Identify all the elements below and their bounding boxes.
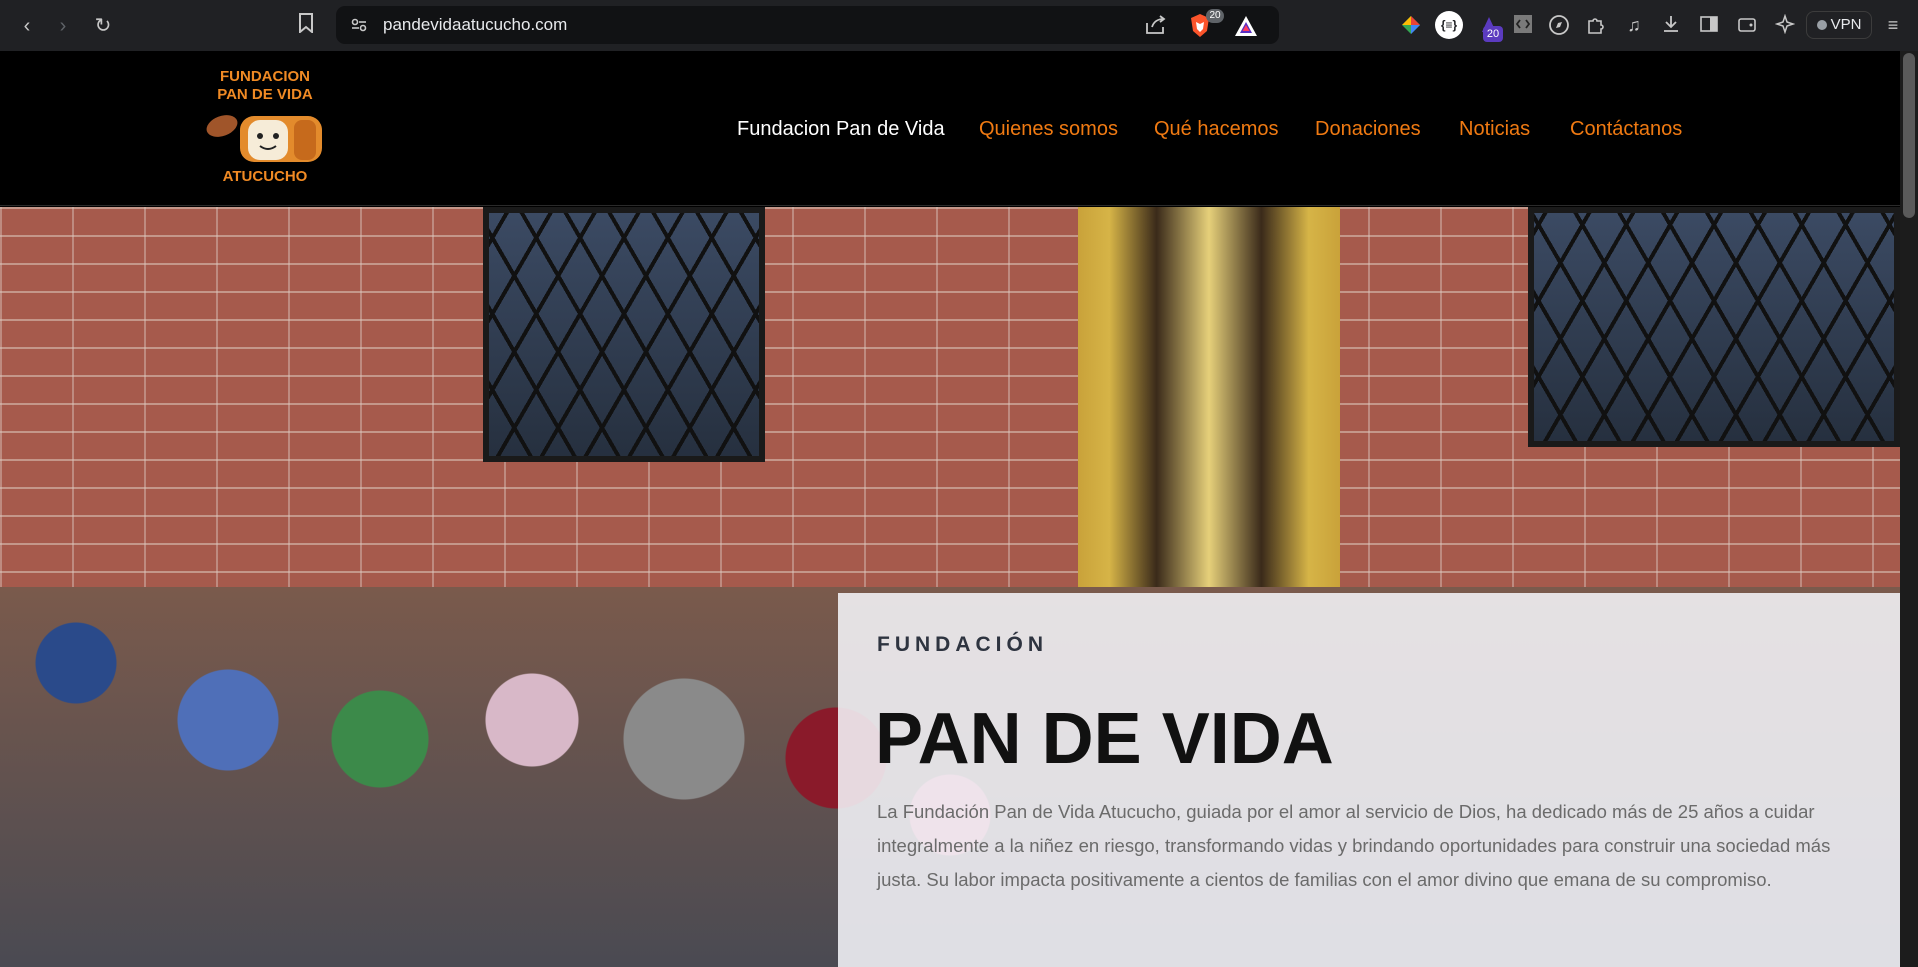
download-icon[interactable] <box>1660 14 1682 36</box>
color-picker-extension-icon[interactable] <box>1400 14 1422 36</box>
reload-icon[interactable]: ↻ <box>90 13 116 39</box>
wallet-icon[interactable] <box>1736 14 1758 36</box>
doorway <box>1078 207 1340 607</box>
hero-section: FUNDACIÓN PAN DE VIDA La Fundación Pan d… <box>0 207 1900 967</box>
nav-fundacion-pan-de-vida[interactable]: Fundacion Pan de Vida <box>737 118 945 141</box>
vpn-status-icon <box>1816 20 1827 30</box>
logo-text-top: FUNDACION PAN DE VIDA <box>217 68 313 103</box>
leo-ai-icon[interactable] <box>1774 13 1796 36</box>
bookmark-icon[interactable] <box>293 13 319 39</box>
address-bar[interactable]: pandevidaatucucho.com 20 <box>336 6 1279 44</box>
hero-description: La Fundación Pan de Vida Atucucho, guiad… <box>877 801 1831 890</box>
extensions-puzzle-icon[interactable] <box>1585 14 1607 36</box>
site-settings-icon[interactable] <box>350 16 368 39</box>
brave-rewards-icon[interactable] <box>1234 15 1258 42</box>
forward-icon[interactable]: › <box>50 13 76 39</box>
barred-window-left <box>483 207 765 462</box>
wizard-extension-badge: 20 <box>1483 26 1503 42</box>
nav-donaciones[interactable]: Donaciones <box>1315 118 1421 141</box>
url-text: pandevidaatucucho.com <box>383 15 568 34</box>
json-formatter-extension-icon[interactable]: {≡} <box>1435 11 1463 39</box>
site-logo[interactable]: FUNDACION PAN DE VIDA ATUCUCHO <box>200 68 330 188</box>
site-header: FUNDACION PAN DE VIDA ATUCUCHO Fundacion… <box>0 51 1900 206</box>
browser-toolbar: ‹ › ↻ pandevidaatucucho.com 20 {≡} 20 ♫ <box>0 0 1918 51</box>
nav-noticias[interactable]: Noticias <box>1459 118 1530 141</box>
menu-icon[interactable]: ≡ <box>1882 14 1904 36</box>
code-extension-icon[interactable] <box>1512 14 1534 36</box>
barred-window-right <box>1528 207 1900 447</box>
nav-contactanos[interactable]: Contáctanos <box>1570 118 1682 141</box>
scrollbar-thumb[interactable] <box>1903 53 1915 218</box>
back-icon[interactable]: ‹ <box>14 13 40 39</box>
nav-quienes-somos[interactable]: Quienes somos <box>979 118 1118 141</box>
hero-title: PAN DE VIDA <box>875 699 1334 779</box>
page-scrollbar[interactable] <box>1900 51 1918 967</box>
vpn-button[interactable]: VPN <box>1806 11 1872 39</box>
logo-text-bottom: ATUCUCHO <box>222 168 308 185</box>
nav-que-hacemos[interactable]: Qué hacemos <box>1154 118 1279 141</box>
sidebar-toggle-icon[interactable] <box>1698 14 1720 36</box>
bread-mascot-icon <box>206 115 322 162</box>
music-note-icon[interactable]: ♫ <box>1623 14 1645 36</box>
hero-kicker: FUNDACIÓN <box>877 633 1048 656</box>
share-icon[interactable] <box>1144 15 1166 40</box>
hero-text-panel: FUNDACIÓN PAN DE VIDA La Fundación Pan d… <box>838 593 1900 967</box>
compass-icon[interactable] <box>1548 14 1570 36</box>
vpn-label: VPN <box>1830 16 1862 33</box>
brave-shields-count: 20 <box>1206 9 1224 23</box>
